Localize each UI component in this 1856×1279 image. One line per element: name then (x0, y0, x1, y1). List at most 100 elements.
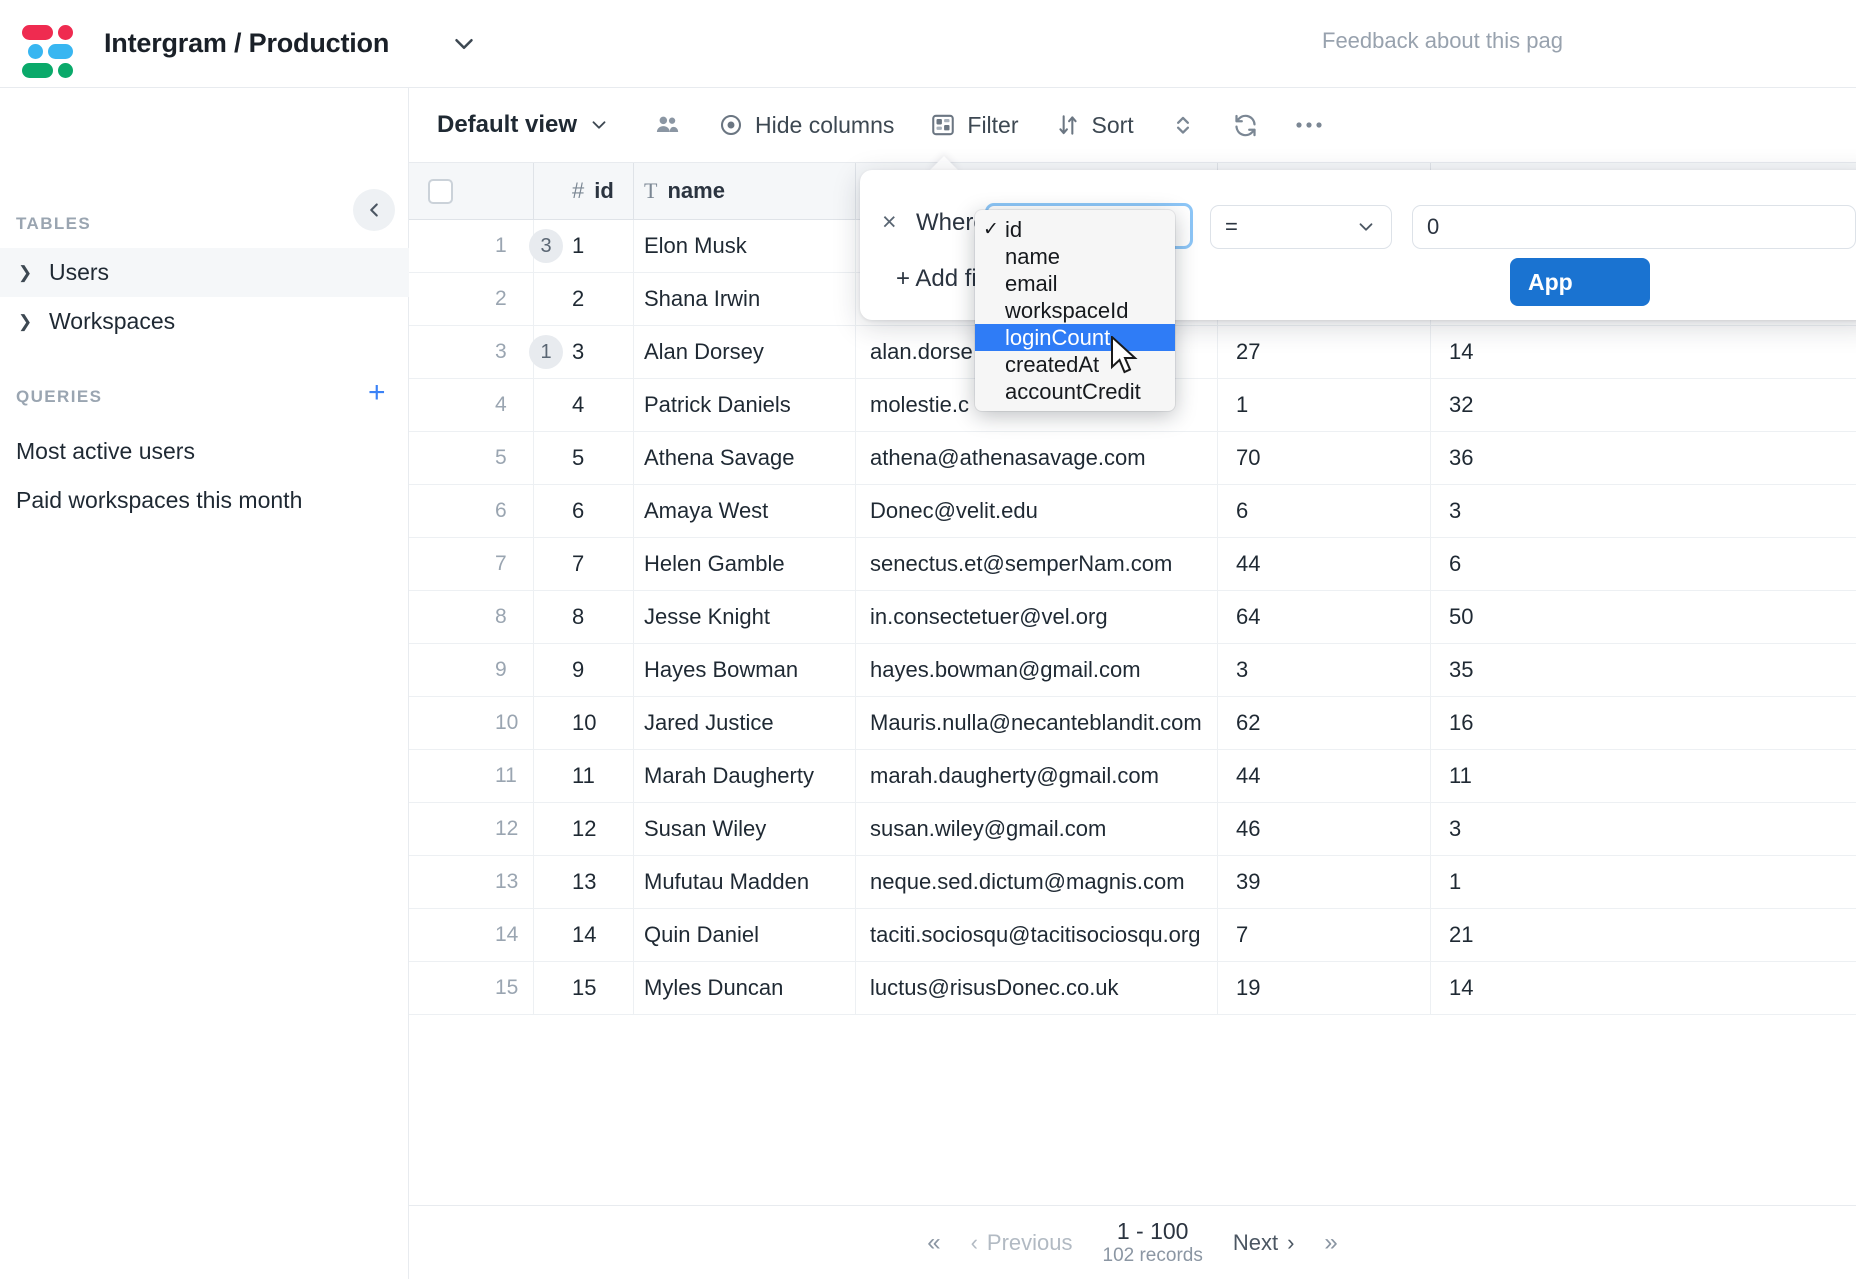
filter-field-dropdown[interactable]: ✓ id name email workspaceId loginCount created… (975, 210, 1175, 411)
table-row[interactable]: 8 8 Jesse Knight in.consectetuer@vel.org 64 5… (409, 591, 1856, 644)
cell-id[interactable]: 8 (533, 591, 633, 643)
cell-accountcredit[interactable]: 14 (1430, 326, 1670, 378)
dropdown-option-logincount[interactable]: loginCount (975, 324, 1175, 351)
cell-accountcredit[interactable]: 3 (1430, 485, 1670, 537)
cell-logincount[interactable]: 46 (1217, 803, 1430, 855)
cell-logincount[interactable]: 44 (1217, 750, 1430, 802)
apply-filter-button[interactable]: App (1510, 258, 1650, 306)
dropdown-option-email[interactable]: email (975, 270, 1175, 297)
cell-logincount[interactable]: 70 (1217, 432, 1430, 484)
more-options-button[interactable] (1295, 120, 1323, 130)
table-row[interactable]: 7 7 Helen Gamble senectus.et@semperNam.com 4… (409, 538, 1856, 591)
next-page-button[interactable]: Next › (1233, 1230, 1295, 1256)
table-row[interactable]: 9 9 Hayes Bowman hayes.bowman@gmail.com 3 35 (409, 644, 1856, 697)
row-checkbox[interactable] (409, 432, 471, 484)
row-checkbox[interactable] (409, 644, 471, 696)
table-row[interactable]: 10 10 Jared Justice Mauris.nulla@necantebla… (409, 697, 1856, 750)
table-row[interactable]: 15 15 Myles Duncan luctus@risusDonec.co.uk 1… (409, 962, 1856, 1015)
cell-logincount[interactable]: 27 (1217, 326, 1430, 378)
cell-logincount[interactable]: 39 (1217, 856, 1430, 908)
cell-name[interactable]: Mufutau Madden (633, 856, 855, 908)
cell-id[interactable]: 6 (533, 485, 633, 537)
cell-accountcredit[interactable]: 32 (1430, 379, 1670, 431)
view-selector[interactable]: Default view (437, 111, 610, 139)
cell-email[interactable]: taciti.sociosqu@tacitisociosqu.org (855, 909, 1217, 961)
refresh-button[interactable] (1232, 112, 1259, 139)
cell-logincount[interactable]: 19 (1217, 962, 1430, 1014)
row-checkbox[interactable] (409, 750, 471, 802)
previous-page-button[interactable]: ‹ Previous (971, 1230, 1073, 1256)
add-filter-button[interactable]: + Add fi (896, 265, 977, 293)
cell-email[interactable]: neque.sed.dictum@magnis.com (855, 856, 1217, 908)
cell-name[interactable]: Jared Justice (633, 697, 855, 749)
cell-name[interactable]: Hayes Bowman (633, 644, 855, 696)
cell-email[interactable]: Mauris.nulla@necanteblandit.com (855, 697, 1217, 749)
cell-id[interactable]: 12 (533, 803, 633, 855)
cell-name[interactable]: Susan Wiley (633, 803, 855, 855)
sidebar-query-most-active-users[interactable]: Most active users (16, 438, 195, 465)
cell-email[interactable]: susan.wiley@gmail.com (855, 803, 1217, 855)
cell-accountcredit[interactable]: 1 (1430, 856, 1670, 908)
add-query-plus-icon[interactable]: + (368, 378, 386, 408)
cell-logincount[interactable]: 44 (1217, 538, 1430, 590)
cell-logincount[interactable]: 3 (1217, 644, 1430, 696)
cell-logincount[interactable]: 1 (1217, 379, 1430, 431)
cell-accountcredit[interactable]: 6 (1430, 538, 1670, 590)
column-header-id[interactable]: # id (533, 163, 633, 219)
cell-name[interactable]: Alan Dorsey (633, 326, 855, 378)
cell-accountcredit[interactable]: 14 (1430, 962, 1670, 1014)
row-checkbox[interactable] (409, 856, 471, 908)
cell-id[interactable]: 4 (533, 379, 633, 431)
dropdown-option-accountcredit[interactable]: accountCredit (975, 378, 1175, 405)
row-checkbox[interactable] (409, 485, 471, 537)
dropdown-option-workspaceid[interactable]: workspaceId (975, 297, 1175, 324)
row-checkbox[interactable] (409, 697, 471, 749)
dropdown-option-createdat[interactable]: createdAt (975, 351, 1175, 378)
chevron-down-icon[interactable] (449, 29, 479, 59)
cell-name[interactable]: Patrick Daniels (633, 379, 855, 431)
last-page-button[interactable]: » (1324, 1229, 1337, 1257)
cell-name[interactable]: Athena Savage (633, 432, 855, 484)
cell-email[interactable]: senectus.et@semperNam.com (855, 538, 1217, 590)
table-row[interactable]: 14 14 Quin Daniel taciti.sociosqu@tacitisoc… (409, 909, 1856, 962)
cell-id[interactable]: 14 (533, 909, 633, 961)
cell-logincount[interactable]: 64 (1217, 591, 1430, 643)
row-checkbox[interactable] (409, 803, 471, 855)
row-checkbox[interactable] (409, 326, 471, 378)
cell-name[interactable]: Quin Daniel (633, 909, 855, 961)
cell-accountcredit[interactable]: 3 (1430, 803, 1670, 855)
table-row[interactable]: 11 11 Marah Daugherty marah.daugherty@gmail… (409, 750, 1856, 803)
select-all-checkbox[interactable] (409, 163, 471, 219)
cell-id[interactable]: 2 (533, 273, 633, 325)
dropdown-option-id[interactable]: ✓ id (975, 216, 1175, 243)
cell-id[interactable]: 7 (533, 538, 633, 590)
row-checkbox[interactable] (409, 220, 471, 272)
row-height-button[interactable] (1170, 112, 1196, 138)
row-checkbox[interactable] (409, 538, 471, 590)
cell-email[interactable]: luctus@risusDonec.co.uk (855, 962, 1217, 1014)
share-button[interactable] (654, 111, 682, 139)
cell-accountcredit[interactable]: 21 (1430, 909, 1670, 961)
row-checkbox[interactable] (409, 591, 471, 643)
filter-operator-select[interactable]: = (1210, 205, 1392, 249)
cell-email[interactable]: in.consectetuer@vel.org (855, 591, 1217, 643)
feedback-link[interactable]: Feedback about this pag (1322, 28, 1563, 54)
cell-logincount[interactable]: 62 (1217, 697, 1430, 749)
row-checkbox[interactable] (409, 273, 471, 325)
cell-name[interactable]: Helen Gamble (633, 538, 855, 590)
cell-id[interactable]: 10 (533, 697, 633, 749)
cell-logincount[interactable]: 6 (1217, 485, 1430, 537)
cell-id[interactable]: 5 (533, 432, 633, 484)
cell-email[interactable]: athena@athenasavage.com (855, 432, 1217, 484)
close-icon[interactable]: × (882, 208, 908, 237)
cell-name[interactable]: Shana Irwin (633, 273, 855, 325)
row-checkbox[interactable] (409, 909, 471, 961)
cell-id[interactable]: 11 (533, 750, 633, 802)
first-page-button[interactable]: « (927, 1229, 940, 1257)
cell-name[interactable]: Marah Daugherty (633, 750, 855, 802)
cell-id[interactable]: 15 (533, 962, 633, 1014)
column-header-name[interactable]: T name (633, 163, 855, 219)
sidebar-item-workspaces[interactable]: ❯ Workspaces (0, 297, 409, 346)
cell-name[interactable]: Elon Musk (633, 220, 855, 272)
dropdown-option-name[interactable]: name (975, 243, 1175, 270)
